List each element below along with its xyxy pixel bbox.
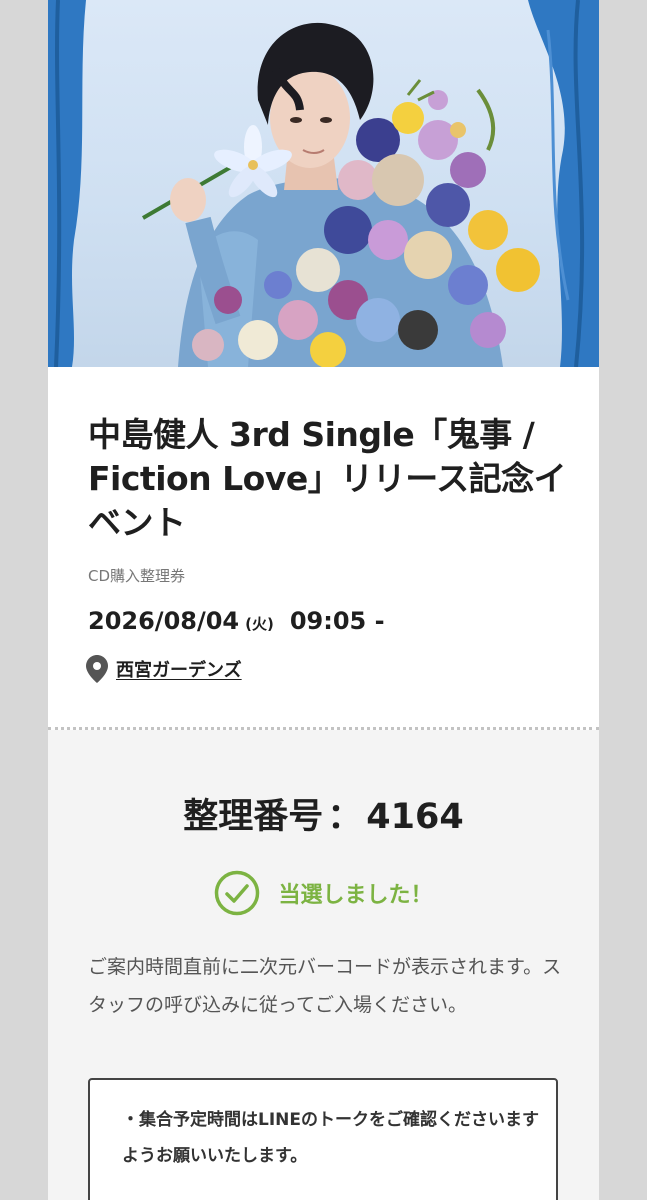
event-artist-photo	[48, 0, 599, 367]
entry-notice: ご案内時間直前に二次元バーコードが表示されます。スタッフの呼び込みに従ってご入場…	[88, 956, 562, 1016]
ticket-card: 中島健人 3rd Single「鬼事 / Fiction Love」リリース記念…	[48, 0, 599, 1200]
event-title: 中島健人 3rd Single「鬼事 / Fiction Love」リリース記念…	[88, 415, 567, 542]
event-datetime: 2026/08/04 (火) 09:05 -	[88, 607, 385, 635]
ticket-number: 整理番号： 4164	[48, 788, 599, 839]
venue-link[interactable]: 西宮ガーデンズ	[116, 656, 242, 682]
win-status: 当選しました！	[48, 870, 599, 916]
win-status-text: 当選しました！	[278, 883, 433, 908]
ticket-number-label: 整理番号	[183, 797, 324, 837]
ticket-number-separator: ：	[327, 797, 363, 837]
ticket-status-section: 整理番号： 4164 当選しました！ ご案内時間直前に二次元バーコードが表示されま…	[48, 730, 599, 1200]
map-pin-icon	[86, 655, 108, 683]
page: 中島健人 3rd Single「鬼事 / Fiction Love」リリース記念…	[0, 0, 647, 1200]
ticket-number-value: 4164	[366, 797, 464, 837]
ticket-type-label: CD購入整理券	[88, 567, 186, 585]
memo-box: ・集合予定時間はLINEのトークをご確認くださいますようお願いいたします。	[88, 1078, 558, 1200]
check-circle-icon	[215, 870, 260, 916]
event-hero-image	[48, 0, 599, 367]
event-day-of-week: (火)	[245, 615, 274, 633]
event-venue: 西宮ガーデンズ	[86, 655, 242, 683]
memo-text: ・集合予定時間はLINEのトークをご確認くださいますようお願いいたします。	[122, 1110, 539, 1166]
event-info: 中島健人 3rd Single「鬼事 / Fiction Love」リリース記念…	[48, 367, 599, 727]
event-time: 09:05 -	[289, 607, 385, 635]
event-date: 2026/08/04	[88, 607, 240, 635]
